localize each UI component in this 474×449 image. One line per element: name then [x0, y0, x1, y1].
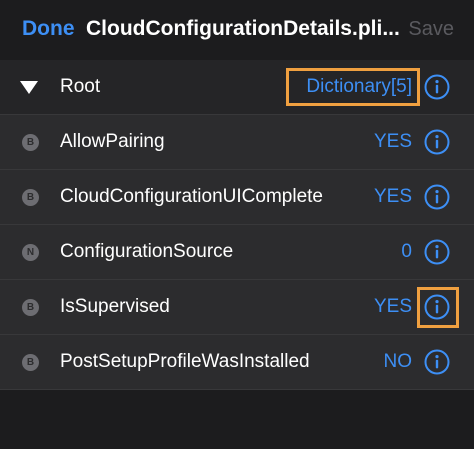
- value-label[interactable]: YES: [374, 296, 412, 318]
- navigation-bar: Done CloudConfigurationDetails.pli... Sa…: [0, 0, 474, 60]
- key-label: PostSetupProfileWasInstalled: [60, 351, 310, 372]
- key-label: CloudConfigurationUIComplete: [60, 186, 323, 207]
- file-title: CloudConfigurationDetails.pli...: [86, 17, 400, 40]
- empty-list-area: [0, 390, 474, 449]
- boolean-type-badge: B: [22, 189, 39, 206]
- disclosure-triangle-icon[interactable]: [20, 81, 38, 94]
- highlight-box-root-value: [286, 68, 420, 106]
- root-label: Root: [60, 76, 101, 97]
- key-label: AllowPairing: [60, 131, 165, 152]
- info-icon[interactable]: [424, 74, 450, 100]
- value-label[interactable]: 0: [401, 241, 412, 263]
- highlight-box-info-issupervised: [417, 287, 459, 328]
- key-label: ConfigurationSource: [60, 241, 234, 262]
- info-icon[interactable]: [424, 129, 450, 155]
- info-icon[interactable]: [424, 349, 450, 375]
- info-icon[interactable]: [424, 239, 450, 265]
- value-label[interactable]: YES: [374, 186, 412, 208]
- plist-row-allowpairing[interactable]: B AllowPairing YES: [0, 115, 474, 170]
- boolean-type-badge: B: [22, 299, 39, 316]
- done-button[interactable]: Done: [22, 17, 75, 41]
- key-label: IsSupervised: [60, 296, 170, 317]
- plist-row-postsetupprofilewasinstalled[interactable]: B PostSetupProfileWasInstalled NO: [0, 335, 474, 390]
- boolean-type-badge: B: [22, 354, 39, 371]
- number-type-badge: N: [22, 244, 39, 261]
- value-label[interactable]: NO: [384, 351, 413, 373]
- boolean-type-badge: B: [22, 134, 39, 151]
- value-label[interactable]: YES: [374, 131, 412, 153]
- plist-row-issupervised[interactable]: B IsSupervised YES: [0, 280, 474, 335]
- info-icon[interactable]: [424, 184, 450, 210]
- plist-row-cloudconfigurationuicomplete[interactable]: B CloudConfigurationUIComplete YES: [0, 170, 474, 225]
- save-button[interactable]: Save: [408, 18, 454, 41]
- plist-row-configurationsource[interactable]: N ConfigurationSource 0: [0, 225, 474, 280]
